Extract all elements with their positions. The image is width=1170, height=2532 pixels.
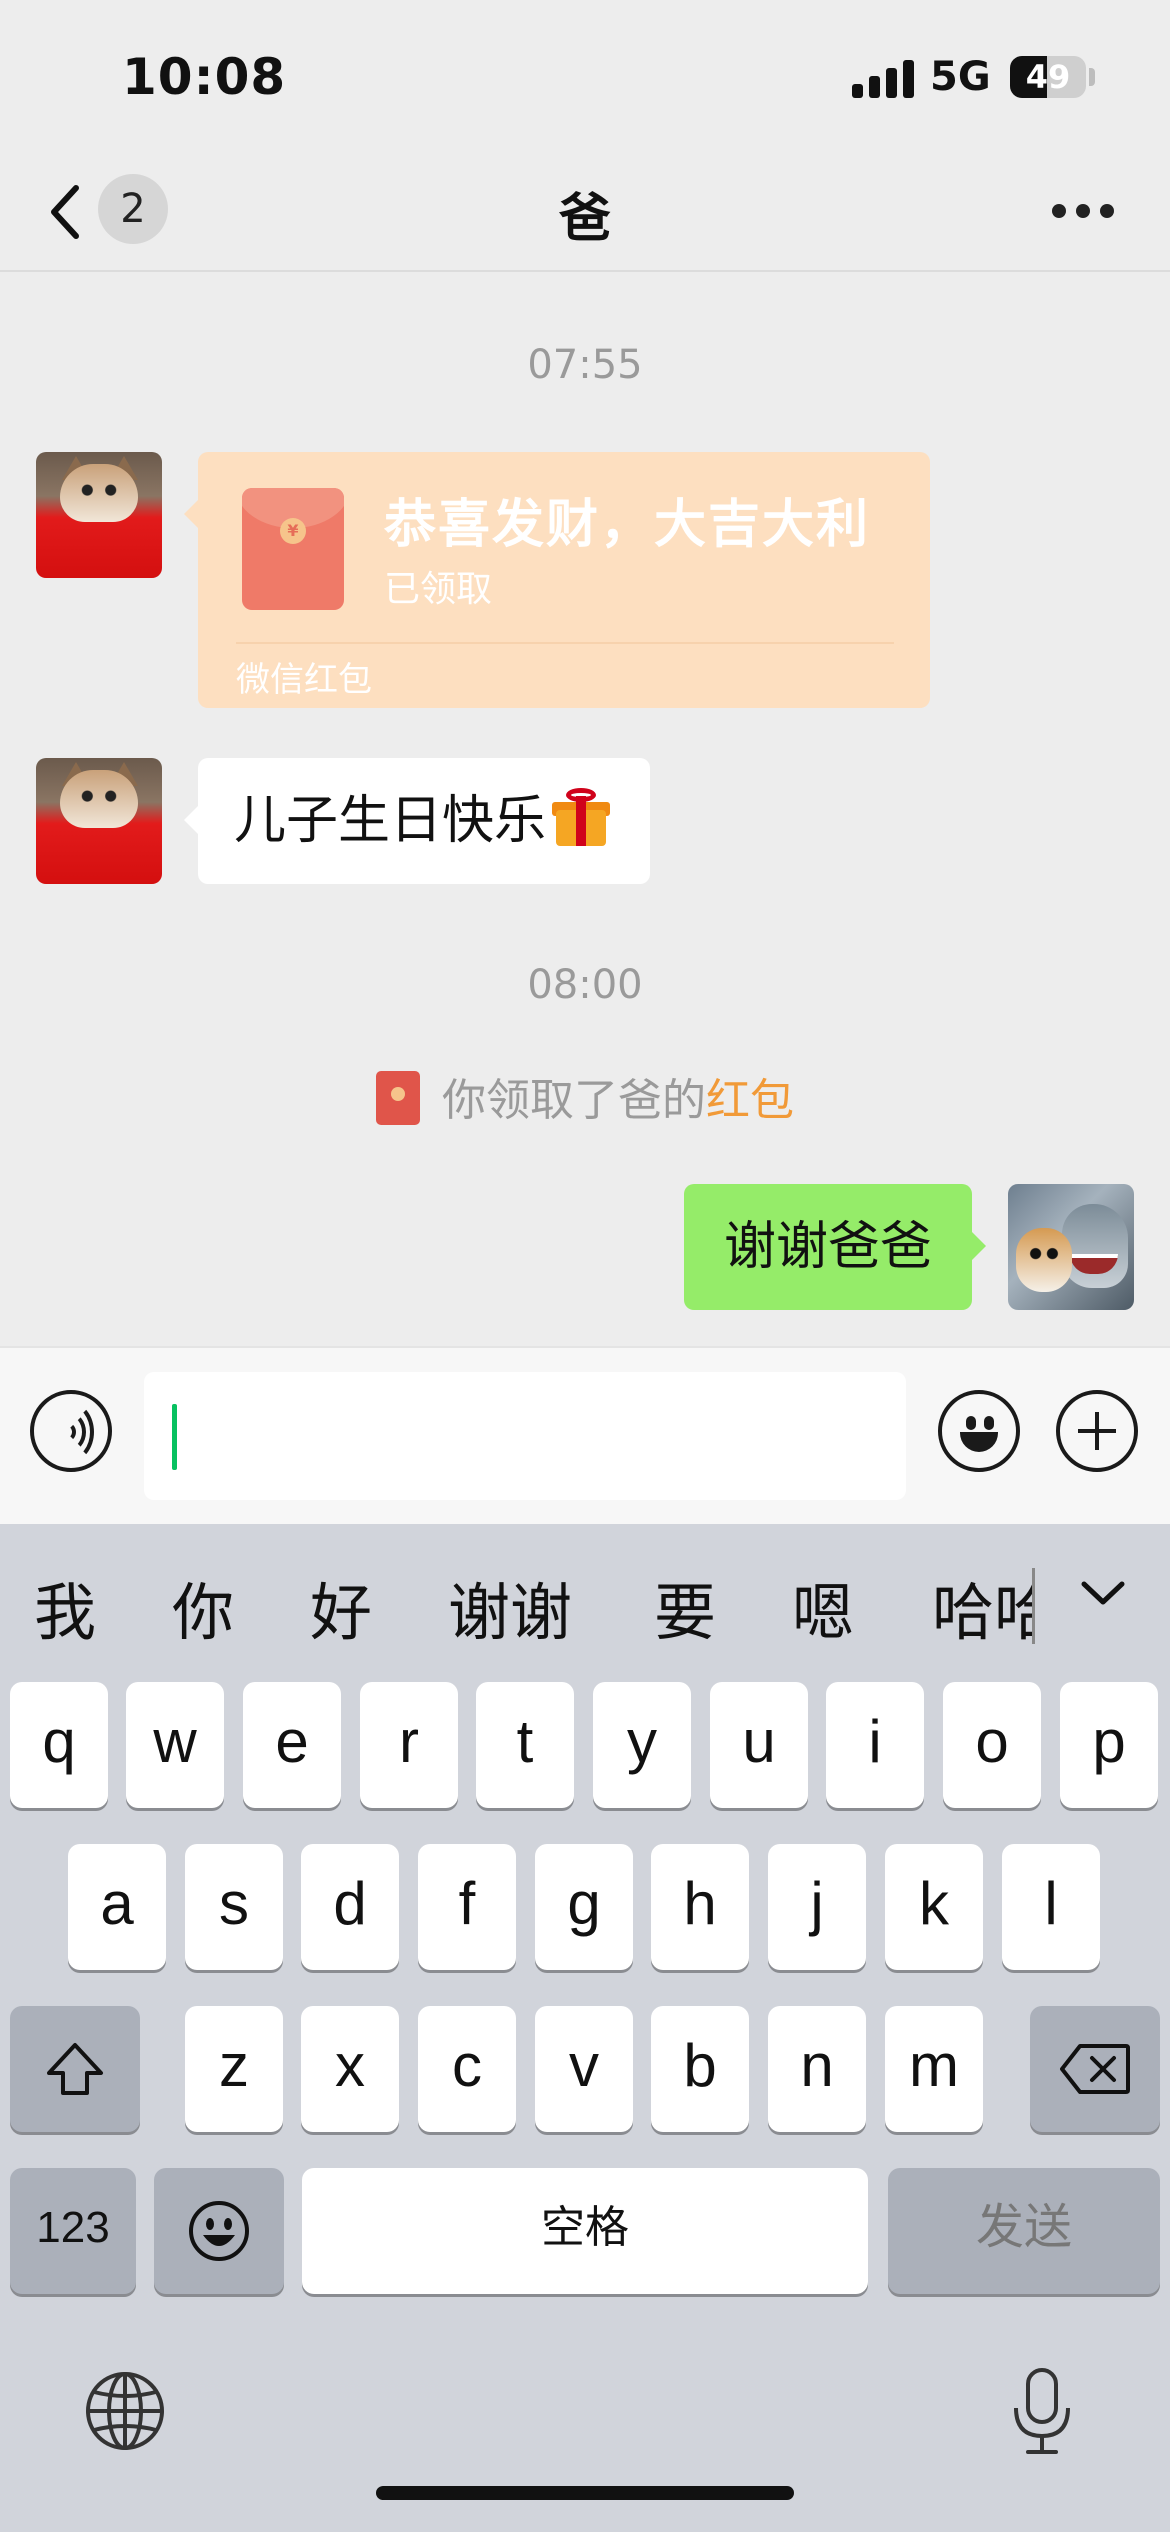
battery-icon: 49 <box>1010 56 1086 98</box>
globe-icon[interactable] <box>84 2370 166 2452</box>
key-d[interactable]: d <box>301 1844 399 1970</box>
contact-avatar[interactable] <box>36 758 162 884</box>
candidate-clip: 哈哈 <box>932 1524 1032 1680</box>
message-timestamp: 07:55 <box>527 342 643 388</box>
key-m[interactable]: m <box>885 2006 983 2132</box>
send-key[interactable]: 发送 <box>888 2168 1160 2294</box>
input-bar <box>0 1346 1170 1524</box>
red-packet-title: 恭喜发财，大吉大利 <box>384 495 871 555</box>
key-k[interactable]: k <box>885 1844 983 1970</box>
microphone-icon[interactable] <box>1010 2366 1074 2458</box>
chevron-down-icon[interactable] <box>1078 1576 1128 1610</box>
red-packet-link[interactable]: 红包 <box>706 1075 794 1126</box>
emoji-icon[interactable] <box>938 1390 1020 1472</box>
key-r[interactable]: r <box>360 1682 458 1808</box>
candidate-word[interactable]: 谢谢 <box>448 1562 572 1652</box>
shift-icon <box>47 2043 103 2095</box>
candidate-divider <box>1032 1568 1035 1644</box>
message-text: 儿子生日快乐 <box>234 791 547 851</box>
chat-header: 2 爸 <box>0 150 1170 272</box>
contact-avatar[interactable] <box>36 452 162 578</box>
red-packet-status: 已领取 <box>384 569 493 610</box>
status-bar: 10:08 5G 49 <box>0 0 1170 150</box>
key-l[interactable]: l <box>1002 1844 1100 1970</box>
key-o[interactable]: o <box>943 1682 1041 1808</box>
voice-input-icon[interactable] <box>30 1390 112 1472</box>
key-c[interactable]: c <box>418 2006 516 2132</box>
plus-icon[interactable] <box>1056 1390 1138 1472</box>
candidate-word[interactable]: 你 <box>172 1562 234 1652</box>
key-p[interactable]: p <box>1060 1682 1158 1808</box>
key-h[interactable]: h <box>651 1844 749 1970</box>
keyboard-emoji-key[interactable] <box>154 2168 284 2294</box>
delete-key[interactable] <box>1030 2006 1160 2132</box>
outgoing-message-bubble[interactable]: 谢谢爸爸 <box>683 1184 986 1310</box>
key-t[interactable]: t <box>476 1682 574 1808</box>
candidate-bar: 我 你 好 谢谢 要 嗯 哈哈 <box>0 1524 1170 1680</box>
home-indicator[interactable] <box>376 2486 794 2500</box>
red-packet-message[interactable]: ¥ 恭喜发财，大吉大利 已领取 微信红包 <box>184 452 930 708</box>
bubble-tail <box>184 806 198 834</box>
message-input[interactable] <box>144 1372 906 1500</box>
key-b[interactable]: b <box>651 2006 749 2132</box>
battery-percent: 49 <box>1025 58 1071 96</box>
candidate-word[interactable]: 我 <box>34 1562 96 1652</box>
status-time: 10:08 <box>122 48 287 106</box>
red-packet-icon <box>376 1071 420 1125</box>
key-i[interactable]: i <box>826 1682 924 1808</box>
space-key[interactable]: 空格 <box>302 2168 868 2294</box>
text-caret <box>172 1404 177 1470</box>
message-text: 谢谢爸爸 <box>723 1217 932 1277</box>
battery-tip <box>1089 68 1095 86</box>
red-packet-brand: 微信红包 <box>236 660 372 700</box>
signal-icon <box>852 60 916 98</box>
cat-picture <box>60 770 138 828</box>
key-e[interactable]: e <box>243 1682 341 1808</box>
system-notice: 你领取了爸的红包 <box>0 1064 1170 1128</box>
key-x[interactable]: x <box>301 2006 399 2132</box>
cat-picture <box>60 464 138 522</box>
incoming-message-bubble[interactable]: 儿子生日快乐 <box>184 758 651 884</box>
red-packet-divider <box>236 642 894 644</box>
system-notice-text: 你领取了爸的 <box>442 1075 706 1126</box>
key-u[interactable]: u <box>710 1682 808 1808</box>
candidate-word[interactable]: 哈哈 <box>932 1562 1032 1652</box>
key-a[interactable]: a <box>68 1844 166 1970</box>
candidate-word[interactable]: 嗯 <box>792 1562 854 1652</box>
keyboard: 我 你 好 谢谢 要 嗯 哈哈 q w e r t y u i o p a s … <box>0 1524 1170 2532</box>
key-y[interactable]: y <box>593 1682 691 1808</box>
key-w[interactable]: w <box>126 1682 224 1808</box>
bubble-tail <box>184 500 198 528</box>
key-g[interactable]: g <box>535 1844 633 1970</box>
my-avatar[interactable] <box>1008 1184 1134 1310</box>
shift-key[interactable] <box>10 2006 140 2132</box>
bubble-tail <box>972 1232 986 1260</box>
chat-title: 爸 <box>558 189 611 249</box>
gift-icon <box>552 788 611 846</box>
emoji-icon <box>189 2201 249 2261</box>
key-f[interactable]: f <box>418 1844 516 1970</box>
candidate-word[interactable]: 好 <box>310 1562 372 1652</box>
message-timestamp: 08:00 <box>527 962 643 1008</box>
dog-picture <box>1016 1228 1072 1292</box>
key-j[interactable]: j <box>768 1844 866 1970</box>
key-v[interactable]: v <box>535 2006 633 2132</box>
key-z[interactable]: z <box>185 2006 283 2132</box>
backspace-icon <box>1060 2044 1130 2094</box>
candidate-word[interactable]: 要 <box>654 1562 716 1652</box>
key-q[interactable]: q <box>10 1682 108 1808</box>
more-icon[interactable] <box>1052 204 1114 220</box>
key-s[interactable]: s <box>185 1844 283 1970</box>
shark-picture <box>1062 1204 1128 1288</box>
numbers-key[interactable]: 123 <box>10 2168 136 2294</box>
network-type: 5G <box>930 54 991 100</box>
red-packet-icon: ¥ <box>242 488 344 610</box>
key-n[interactable]: n <box>768 2006 866 2132</box>
